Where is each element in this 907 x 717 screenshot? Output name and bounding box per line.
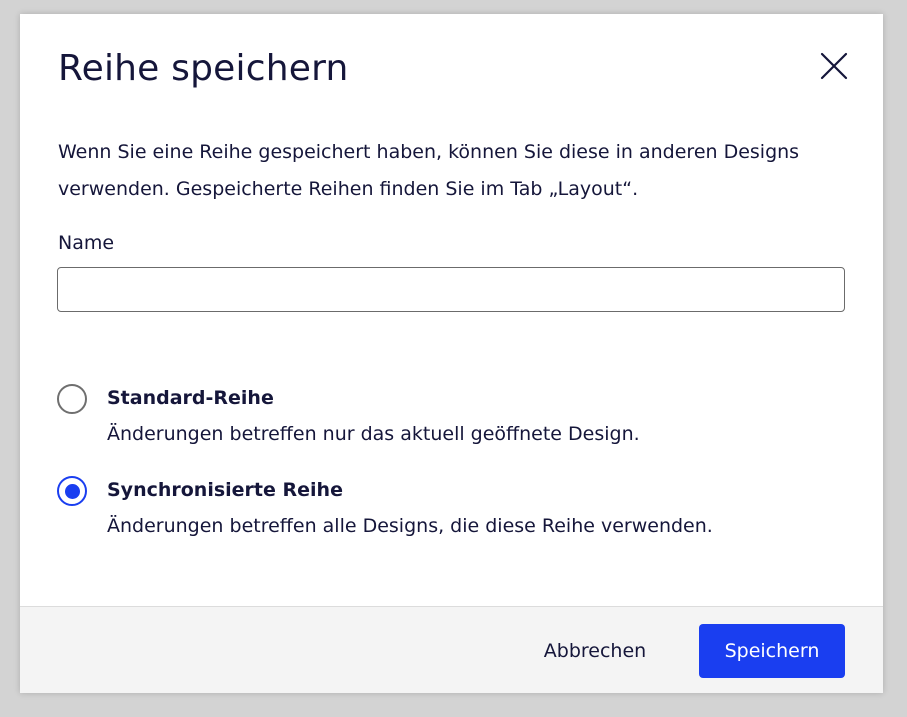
save-button[interactable]: Speichern: [699, 624, 845, 678]
radio-button-standard[interactable]: [57, 384, 87, 414]
save-row-dialog: Reihe speichern Wenn Sie eine Reihe gesp…: [20, 14, 883, 693]
dialog-description: Wenn Sie eine Reihe gespeichert haben, k…: [58, 141, 800, 200]
close-button[interactable]: [816, 48, 852, 84]
option-description: Änderungen betreffen alle Designs, die d…: [107, 515, 713, 537]
cancel-button[interactable]: Abbrechen: [520, 624, 670, 678]
radio-selected-dot: [64, 483, 80, 499]
dialog-title: Reihe speichern: [58, 48, 349, 89]
radio-button-synced[interactable]: [57, 476, 87, 506]
option-description: Änderungen betreffen nur das aktuell geö…: [107, 423, 640, 445]
name-label: Name: [58, 232, 115, 254]
option-title: Standard-Reihe: [107, 387, 274, 409]
option-title: Synchronisierte Reihe: [107, 479, 343, 501]
close-icon: [820, 52, 848, 80]
dialog-footer: Abbrechen Speichern: [20, 606, 883, 693]
name-input[interactable]: [57, 267, 845, 312]
